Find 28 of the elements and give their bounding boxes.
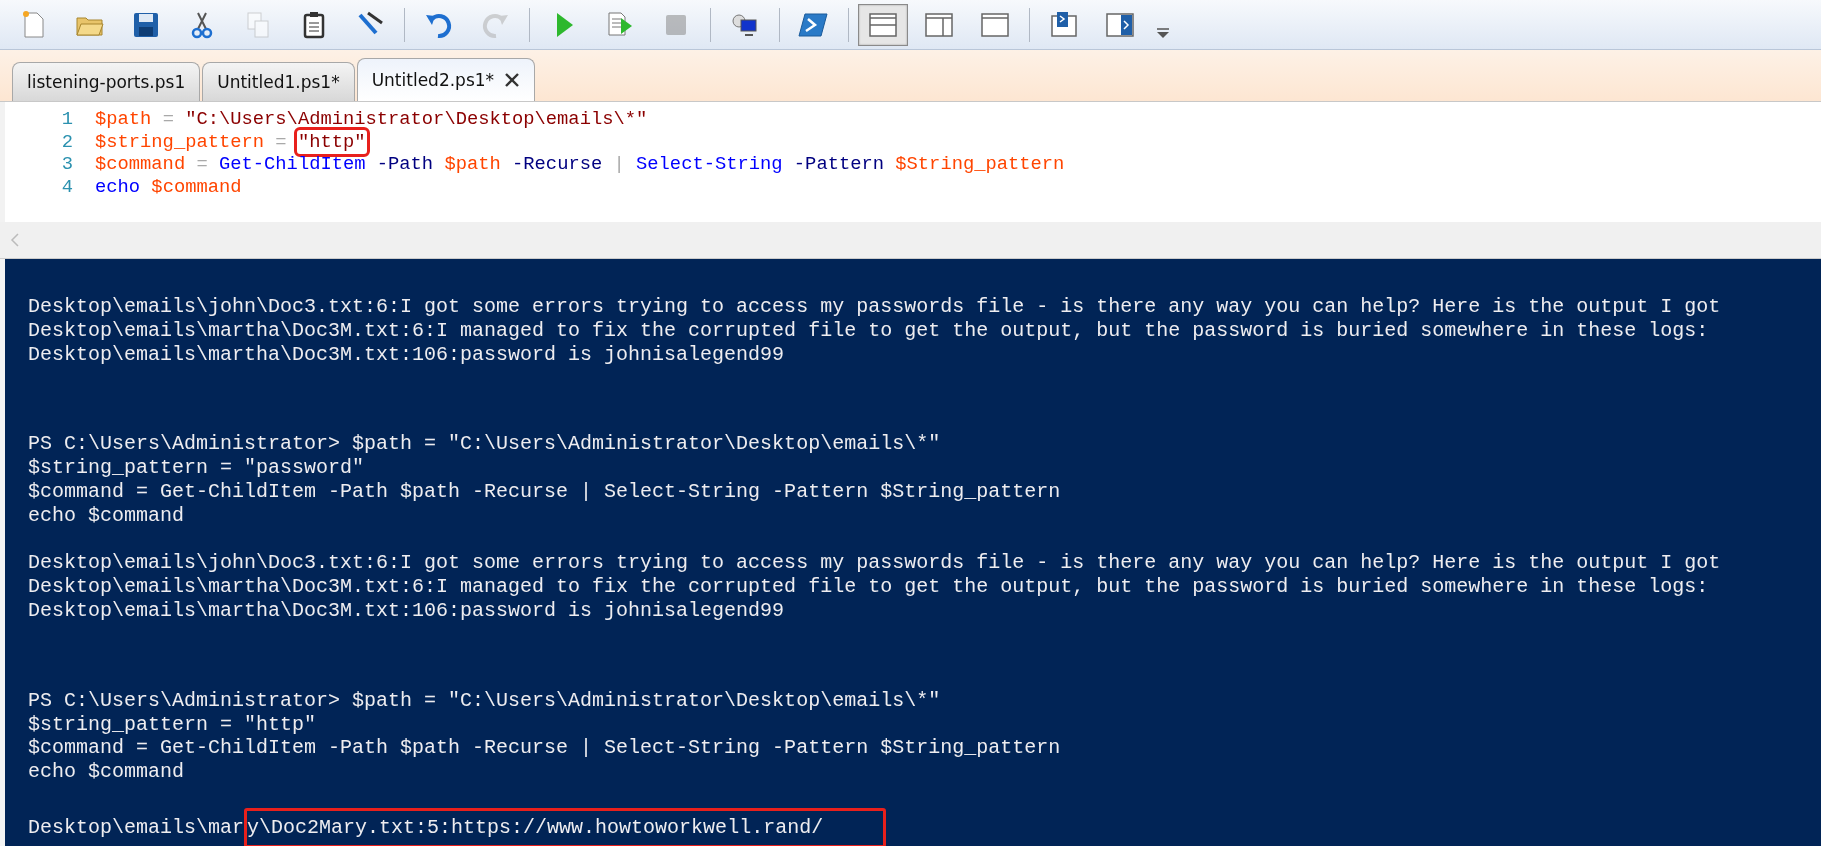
console-output: Desktop\emails\martha\Doc3M.txt:106:password is johnisalegend99 xyxy=(28,342,785,367)
file-tab[interactable]: listening-ports.ps1 xyxy=(12,62,201,101)
line-number: 4 xyxy=(60,175,74,198)
console-command: $command = Get-ChildItem -Path $path -Recurse | Select-String -Pattern $String_pattern xyxy=(28,736,1061,761)
console-command: echo $command xyxy=(28,503,185,528)
line-number: 2 xyxy=(60,130,74,153)
code-line: $path = "C:\Users\Administrator\Desktop\emails\*" xyxy=(95,108,648,131)
console-command: $string_pattern = "password" xyxy=(28,456,365,480)
console-output: Desktop\emails\john\Doc3.txt:6:I got some errors trying to access my passwords file - is there any way you can help? Here is the output I got xyxy=(28,551,1721,576)
line-number: 1 xyxy=(60,108,74,131)
console-output: Desktop\emails\martha\Doc3M.txt:106:password is johnisalegend99 xyxy=(28,598,785,623)
close-icon[interactable] xyxy=(504,72,521,88)
code-line: $command = Get-ChildItem -Path $path -Recurse | Select-String -Pattern $String_pattern xyxy=(95,153,1065,176)
pane-top-button[interactable] xyxy=(858,3,908,46)
overflow-icon xyxy=(1157,27,1169,38)
line-number: 3 xyxy=(60,153,74,176)
file-tab[interactable]: Untitled2.ps1* xyxy=(356,58,536,101)
code-line: echo $command xyxy=(95,175,242,198)
console-command: PS C:\Users\Administrator> $path = "C:\Users\Administrator\Desktop\emails\*" xyxy=(28,688,941,713)
console-output: Desktop\emails\martha\Doc3M.txt:6:I managed to fix the corrupted file to get the output, but the password is buried somewhere in these logs: xyxy=(28,318,1709,343)
console-output: Desktop\emails\martha\Doc3M.txt:6:I managed to fix the corrupted file to get the output, but the password is buried somewhere in these logs: xyxy=(28,575,1709,599)
console-command: PS C:\Users\Administrator> $path = "C:\Users\Administrator\Desktop\emails\*" xyxy=(28,432,941,457)
console-command: $string_pattern = "http" xyxy=(28,712,317,737)
console-output: Desktop\emails\mar y\Doc2Mary.txt:5:https://www.howtoworkwell.rand/ xyxy=(28,807,887,846)
console-command: $command = Get-ChildItem -Path $path -Recurse | Select-String -Pattern $String_pattern xyxy=(28,480,1061,504)
console-output: Desktop\emails\john\Doc3.txt:6:I got some errors trying to access my passwords file - is there any way you can help? Here is the output I got xyxy=(28,295,1721,319)
file-tab[interactable]: Untitled1.ps1* xyxy=(202,62,355,101)
console-command: echo $command xyxy=(28,760,185,784)
